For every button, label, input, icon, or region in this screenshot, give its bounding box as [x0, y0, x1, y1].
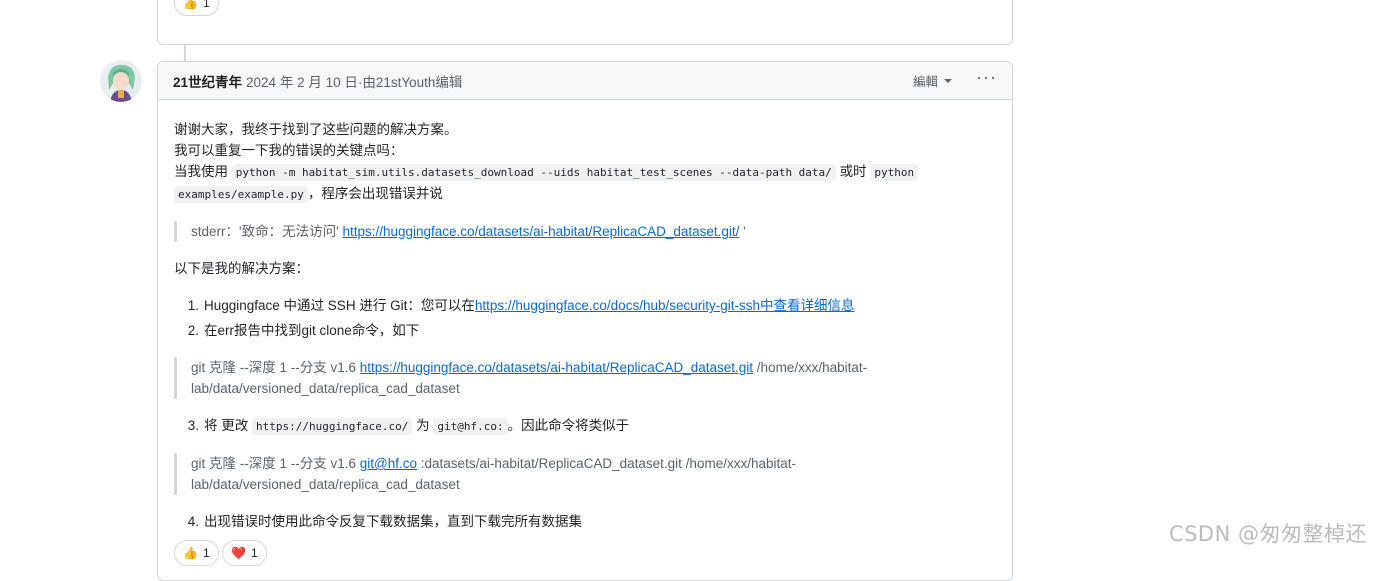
- comment-header: 21世纪青年 2024 年 2 月 10 日·由21stYouth编辑 編輯 ·…: [158, 62, 1012, 100]
- comment-body: 谢谢大家，我终于找到了这些问题的解决方案。 我可以重复一下我的错误的关键点吗： …: [174, 119, 994, 532]
- thumbs-up-icon: 👍: [183, 546, 198, 560]
- author-name[interactable]: 21世纪青年: [173, 71, 242, 91]
- more-options-icon[interactable]: ···: [976, 68, 997, 86]
- command-code-1: python -m habitat_sim.utils.datasets_dow…: [231, 164, 836, 181]
- author-avatar[interactable]: [100, 60, 142, 102]
- list-item: 4. 出现错误时使用此命令反复下载数据集，直到下载完所有数据集: [187, 514, 582, 529]
- intro-line-1: 谢谢大家，我终于找到了这些问题的解决方案。: [174, 122, 458, 137]
- ssh-prefix-code: git@hf.co:: [433, 418, 508, 435]
- command-code-2a: python: [870, 164, 919, 181]
- stderr-quote: stderr：'致命：无法访问' https://huggingface.co/…: [174, 221, 994, 242]
- caret-down-icon: [944, 78, 953, 83]
- ssh-clone-command-quote: git 克隆 --深度 1 --分支 v1.6 git@hf.co :datas…: [174, 453, 994, 495]
- ssh-docs-link[interactable]: https://huggingface.co/docs/hub/security…: [475, 298, 855, 313]
- list-item: 3. 将 更改 https://huggingface.co/ 为 git@hf…: [187, 418, 630, 435]
- timeline-connector: [184, 45, 186, 61]
- reaction-count: 1: [250, 546, 258, 560]
- previous-comment-card: 👍 1: [157, 0, 1013, 45]
- avatar-image: [100, 60, 142, 102]
- dataset-https-link[interactable]: https://huggingface.co/datasets/ai-habit…: [360, 360, 753, 375]
- heart-icon: ❤️: [231, 546, 246, 560]
- command-code-2b: examples/example.py: [174, 186, 308, 203]
- https-prefix-code: https://huggingface.co/: [252, 418, 413, 435]
- clone-command-quote: git 克隆 --深度 1 --分支 v1.6 https://huggingf…: [174, 357, 994, 399]
- comment-card: 21世纪青年 2024 年 2 月 10 日·由21stYouth编辑 編輯 ·…: [157, 61, 1013, 581]
- csdn-watermark: CSDN @匆匆整棹还: [1168, 522, 1367, 546]
- solution-heading: 以下是我的解决方案：: [174, 261, 309, 276]
- thumbs-up-reaction-button[interactable]: 👍 1: [174, 0, 219, 16]
- thumbs-up-icon: 👍: [183, 0, 198, 10]
- list-item: 1. Huggingface 中通过 SSH 进行 Git：您可以在https:…: [187, 298, 855, 313]
- list-item: 2. 在err报告中找到git clone命令，如下: [187, 323, 420, 338]
- stderr-link[interactable]: https://huggingface.co/datasets/ai-habit…: [342, 224, 739, 239]
- heart-reaction-button[interactable]: ❤️ 1: [222, 540, 267, 566]
- reaction-count: 1: [202, 0, 210, 10]
- hf-ssh-link[interactable]: git@hf.co: [360, 456, 417, 471]
- comment-meta[interactable]: 2024 年 2 月 10 日·由21stYouth编辑: [246, 71, 462, 91]
- edit-history-dropdown[interactable]: 編輯: [913, 71, 953, 90]
- reaction-count: 1: [202, 546, 210, 560]
- thumbs-up-reaction-button[interactable]: 👍 1: [174, 540, 219, 566]
- edit-label: 編輯: [913, 75, 939, 89]
- intro-line-2: 我可以重复一下我的错误的关键点吗：: [174, 143, 404, 158]
- command-paragraph: 当我使用 python -m habitat_sim.utils.dataset…: [174, 161, 994, 205]
